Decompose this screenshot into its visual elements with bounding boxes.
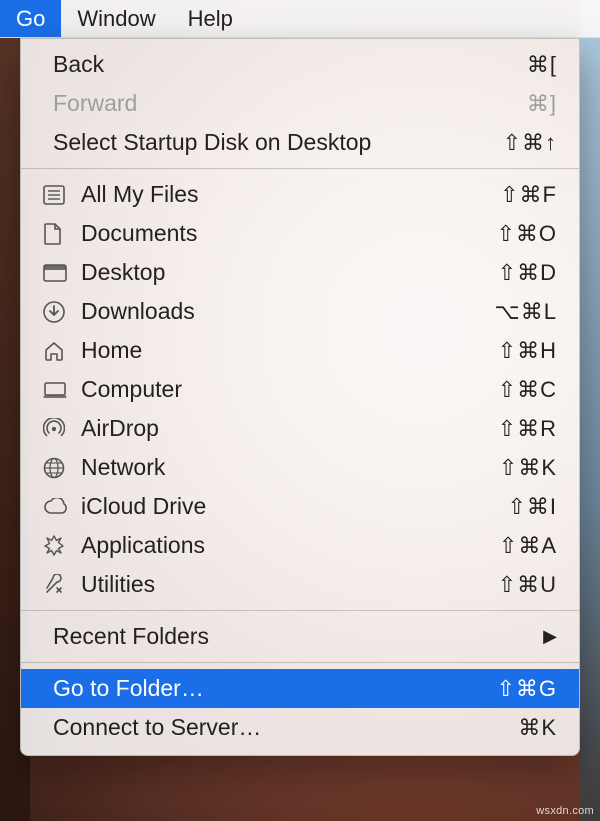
menu-item-label: All My Files [79, 181, 500, 208]
menubar-item-help[interactable]: Help [172, 0, 249, 37]
menu-item-label: AirDrop [79, 415, 498, 442]
menu-item-shortcut: ⇧⌘O [496, 221, 557, 247]
menu-item-computer[interactable]: Computer ⇧⌘C [21, 370, 579, 409]
menu-item-shortcut: ⇧⌘D [498, 260, 557, 286]
menu-item-shortcut: ⇧⌘K [499, 455, 557, 481]
menubar-item-window[interactable]: Window [61, 0, 171, 37]
menu-item-shortcut: ⇧⌘F [500, 182, 557, 208]
menu-item-shortcut: ⇧⌘C [498, 377, 557, 403]
airdrop-icon [43, 416, 73, 442]
menu-item-label: Utilities [79, 571, 498, 598]
menu-item-select-startup-disk[interactable]: Select Startup Disk on Desktop ⇧⌘↑ [21, 123, 579, 162]
menu-item-label: Go to Folder… [51, 675, 496, 702]
menu-item-label: Home [79, 337, 498, 364]
computer-icon [43, 377, 73, 403]
menu-item-documents[interactable]: Documents ⇧⌘O [21, 214, 579, 253]
menu-item-label: Connect to Server… [51, 714, 518, 741]
menu-item-icloud-drive[interactable]: iCloud Drive ⇧⌘I [21, 487, 579, 526]
menu-item-shortcut: ⌥⌘L [494, 299, 557, 325]
menu-item-desktop[interactable]: Desktop ⇧⌘D [21, 253, 579, 292]
menu-item-label: Network [79, 454, 499, 481]
menubar-item-go[interactable]: Go [0, 0, 61, 37]
all-my-files-icon [43, 182, 73, 208]
menu-item-connect-to-server[interactable]: Connect to Server… ⌘K [21, 708, 579, 747]
menu-separator [21, 662, 579, 663]
menu-item-back[interactable]: Back ⌘[ [21, 45, 579, 84]
menu-item-shortcut: ⇧⌘I [507, 494, 557, 520]
menu-item-shortcut: ⇧⌘↑ [503, 130, 557, 156]
menu-item-label: Forward [51, 90, 527, 117]
menu-item-network[interactable]: Network ⇧⌘K [21, 448, 579, 487]
desktop-icon [43, 260, 73, 286]
menu-item-home[interactable]: Home ⇧⌘H [21, 331, 579, 370]
menu-item-shortcut: ⌘] [527, 91, 557, 117]
icloud-icon [43, 494, 73, 520]
menu-item-label: Applications [79, 532, 499, 559]
menu-item-shortcut: ⌘[ [527, 52, 557, 78]
menu-item-downloads[interactable]: Downloads ⌥⌘L [21, 292, 579, 331]
menu-item-shortcut: ⇧⌘A [499, 533, 557, 559]
menu-separator [21, 168, 579, 169]
network-icon [43, 455, 73, 481]
menu-item-shortcut: ⇧⌘G [496, 676, 557, 702]
menu-item-label: Select Startup Disk on Desktop [51, 129, 503, 156]
menu-item-airdrop[interactable]: AirDrop ⇧⌘R [21, 409, 579, 448]
menu-item-label: Documents [79, 220, 496, 247]
menu-item-label: Recent Folders [51, 623, 543, 650]
menu-item-shortcut: ⇧⌘U [498, 572, 557, 598]
home-icon [43, 338, 73, 364]
downloads-icon [43, 299, 73, 325]
menu-item-label: Downloads [79, 298, 494, 325]
utilities-icon [43, 572, 73, 598]
submenu-arrow-icon: ▶ [543, 626, 557, 647]
menu-item-label: iCloud Drive [79, 493, 507, 520]
menu-item-forward: Forward ⌘] [21, 84, 579, 123]
menu-item-shortcut: ⇧⌘R [498, 416, 557, 442]
menu-item-applications[interactable]: Applications ⇧⌘A [21, 526, 579, 565]
menu-item-label: Back [51, 51, 527, 78]
documents-icon [43, 221, 73, 247]
menu-item-label: Desktop [79, 259, 498, 286]
applications-icon [43, 533, 73, 559]
watermark-text: wsxdn.com [536, 805, 594, 817]
go-menu-dropdown: Back ⌘[ Forward ⌘] Select Startup Disk o… [20, 38, 580, 756]
menu-item-recent-folders[interactable]: Recent Folders ▶ [21, 617, 579, 656]
menu-item-shortcut: ⇧⌘H [498, 338, 557, 364]
menu-item-all-my-files[interactable]: All My Files ⇧⌘F [21, 175, 579, 214]
menubar: Go Window Help [0, 0, 600, 38]
menu-item-shortcut: ⌘K [518, 715, 557, 741]
menu-item-go-to-folder[interactable]: Go to Folder… ⇧⌘G [21, 669, 579, 708]
menu-item-label: Computer [79, 376, 498, 403]
menu-separator [21, 610, 579, 611]
menu-item-utilities[interactable]: Utilities ⇧⌘U [21, 565, 579, 604]
